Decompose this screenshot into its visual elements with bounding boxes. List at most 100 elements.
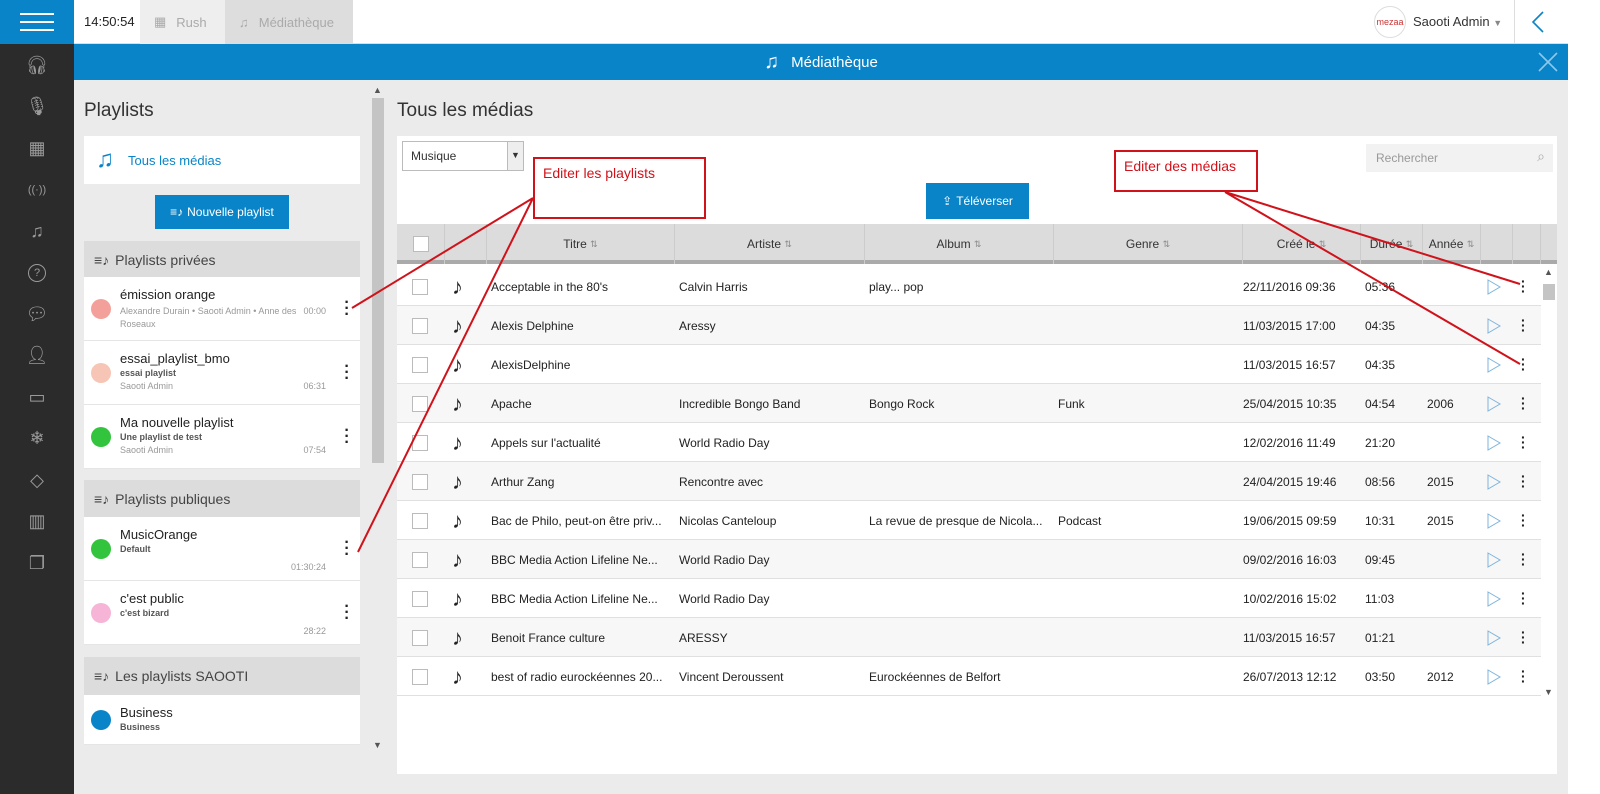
column-header[interactable]: Créé le ⇅ <box>1243 224 1361 264</box>
chat-icon[interactable]: 💬︎ <box>0 299 74 329</box>
play-icon[interactable] <box>1487 657 1501 696</box>
cell-genre <box>1058 306 1243 345</box>
play-icon[interactable] <box>1487 501 1501 540</box>
media-menu-icon[interactable]: · · · <box>1521 501 1526 540</box>
row-checkbox[interactable] <box>412 473 428 490</box>
column-header[interactable]: Titre ⇅ <box>487 224 675 264</box>
media-menu-icon[interactable]: · · · <box>1521 657 1526 696</box>
table-row[interactable]: ♪ BBC Media Action Lifeline Ne... World Ra… <box>397 579 1541 618</box>
help-icon[interactable]: ? <box>0 258 74 288</box>
cell-crle: 11/03/2015 16:57 <box>1243 630 1336 645</box>
media-menu-icon[interactable]: · · · <box>1521 462 1526 501</box>
headphones-icon[interactable]: 🎧︎ <box>0 50 74 80</box>
play-icon[interactable] <box>1487 384 1501 423</box>
play-icon[interactable] <box>1487 267 1501 306</box>
table-scrollbar[interactable]: ▲ ▼ <box>1541 267 1557 697</box>
row-checkbox[interactable] <box>412 590 428 607</box>
playlists-panel: Playlists ♫ Tous les médias ≡♪ Nouvelle p… <box>74 80 370 794</box>
cell-artiste: Nicolas Canteloup <box>679 513 777 528</box>
user-menu[interactable]: Saooti Admin ▼ <box>1413 14 1502 29</box>
close-icon[interactable] <box>1538 52 1558 72</box>
avatar: mezaa <box>1374 6 1406 38</box>
table-row[interactable]: ♪ Appels sur l'actualité World Radio Day 12… <box>397 423 1541 462</box>
row-checkbox[interactable] <box>412 512 428 529</box>
table-row[interactable]: ♪ Bac de Philo, peut-on être priv... Nicol… <box>397 501 1541 540</box>
media-menu-icon[interactable]: · · · <box>1521 306 1526 345</box>
playlist-item[interactable]: émission orange Alexandre Durain • Saooti… <box>84 277 360 341</box>
play-icon[interactable] <box>1487 345 1501 384</box>
row-checkbox[interactable] <box>412 551 428 568</box>
playlist-item[interactable]: c'est public c'est bizard 28:22 · · · <box>84 581 360 645</box>
table-row[interactable]: ♪ Acceptable in the 80's Calvin Harris play… <box>397 267 1541 306</box>
video-icon[interactable]: ▭ <box>0 382 74 412</box>
tab-rush[interactable]: ▦ Rush <box>140 0 225 44</box>
tab-mediatheque[interactable]: ♫ Médiathèque <box>225 0 353 44</box>
play-icon[interactable] <box>1487 462 1501 501</box>
select-all[interactable] <box>397 224 445 264</box>
tag-icon[interactable]: ◇ <box>0 465 74 495</box>
table-row[interactable]: ♪ Arthur Zang Rencontre avec 24/04/2015 19:… <box>397 462 1541 501</box>
microphone-icon[interactable]: 🎙︎ <box>0 92 74 122</box>
media-menu-icon[interactable]: · · · <box>1521 540 1526 579</box>
media-menu-icon[interactable]: · · · <box>1521 384 1526 423</box>
filter-select[interactable]: Musique ▼ <box>402 141 524 171</box>
playlist-menu-icon[interactable]: · · · <box>344 535 350 563</box>
column-header[interactable]: Genre ⇅ <box>1054 224 1243 264</box>
user-icon[interactable]: 👤︎ <box>0 341 74 371</box>
row-checkbox[interactable] <box>412 395 428 412</box>
music-note-icon: ♪ <box>452 624 463 650</box>
all-media-label: Tous les médias <box>128 152 222 168</box>
row-checkbox[interactable] <box>412 278 428 295</box>
table-row[interactable]: ♪ BBC Media Action Lifeline Ne... World Ra… <box>397 540 1541 579</box>
search-input[interactable]: Rechercher ⌕ <box>1366 144 1553 172</box>
cell-genre <box>1058 618 1243 657</box>
music-note-icon[interactable]: ♫ <box>0 216 74 246</box>
playlist-menu-icon[interactable]: · · · <box>344 423 350 451</box>
row-checkbox[interactable] <box>412 668 428 685</box>
media-menu-icon[interactable]: · · · <box>1521 267 1526 306</box>
broadcast-icon[interactable]: ((·)) <box>0 175 74 205</box>
all-media-link[interactable]: ♫ Tous les médias <box>84 136 360 184</box>
row-checkbox[interactable] <box>412 434 428 451</box>
play-icon[interactable] <box>1487 306 1501 345</box>
row-checkbox[interactable] <box>412 317 428 334</box>
column-header[interactable]: Artiste ⇅ <box>675 224 865 264</box>
playlists-scrollbar[interactable]: ▲ ▼ <box>370 80 386 794</box>
select-all-checkbox[interactable] <box>412 236 429 252</box>
table-row[interactable]: ♪ best of radio eurockéennes 20... Vincent… <box>397 657 1541 696</box>
play-icon[interactable] <box>1487 423 1501 462</box>
table-row[interactable]: ♪ AlexisDelphine 11/03/2015 16:57 04:35 · · · <box>397 345 1541 384</box>
playlist-item[interactable]: MusicOrange Default 01:30:24 · · · <box>84 517 360 581</box>
table-row[interactable]: ♪ Apache Incredible Bongo Band Bongo Rock Fu… <box>397 384 1541 423</box>
play-icon[interactable] <box>1487 540 1501 579</box>
playlist-item[interactable]: essai_playlist_bmo essai playlist Saooti A… <box>84 341 360 405</box>
media-menu-icon[interactable]: · · · <box>1521 618 1526 657</box>
copy-icon[interactable]: ❐ <box>0 548 74 578</box>
upload-button[interactable]: ⇪ Téléverser <box>926 183 1029 219</box>
media-menu-icon[interactable]: · · · <box>1521 423 1526 462</box>
snowflake-icon[interactable]: ❄ <box>0 424 74 454</box>
playlist-menu-icon[interactable]: · · · <box>344 599 350 627</box>
playlist-menu-icon[interactable]: · · · <box>344 295 350 323</box>
column-header[interactable]: Durée ⇅ <box>1361 224 1423 264</box>
media-menu-icon[interactable]: · · · <box>1521 345 1526 384</box>
media-menu-icon[interactable]: · · · <box>1521 579 1526 618</box>
bar-chart-icon[interactable]: ▥ <box>0 507 74 537</box>
row-checkbox[interactable] <box>412 629 428 646</box>
playlist-item[interactable]: Business Business <box>84 695 360 745</box>
column-label: Album <box>936 237 971 251</box>
back-chevron-icon[interactable] <box>1530 10 1546 34</box>
table-row[interactable]: ♪ Benoit France culture ARESSY 11/03/2015 1… <box>397 618 1541 657</box>
playlist-item[interactable]: Ma nouvelle playlist Une playlist de test… <box>84 405 360 469</box>
row-checkbox[interactable] <box>412 356 428 373</box>
menu-button[interactable] <box>0 0 74 44</box>
column-header[interactable]: Année ⇅ <box>1423 224 1481 264</box>
play-icon[interactable] <box>1487 618 1501 657</box>
column-header[interactable]: Album ⇅ <box>865 224 1054 264</box>
new-playlist-button[interactable]: ≡♪ Nouvelle playlist <box>155 195 289 229</box>
play-icon[interactable] <box>1487 579 1501 618</box>
table-row[interactable]: ♪ Alexis Delphine Aressy 11/03/2015 17:00 04… <box>397 306 1541 345</box>
playlist-menu-icon[interactable]: · · · <box>344 359 350 387</box>
calendar-icon[interactable]: ▦ <box>0 133 74 163</box>
cell-dure: 03:50 <box>1365 669 1396 684</box>
